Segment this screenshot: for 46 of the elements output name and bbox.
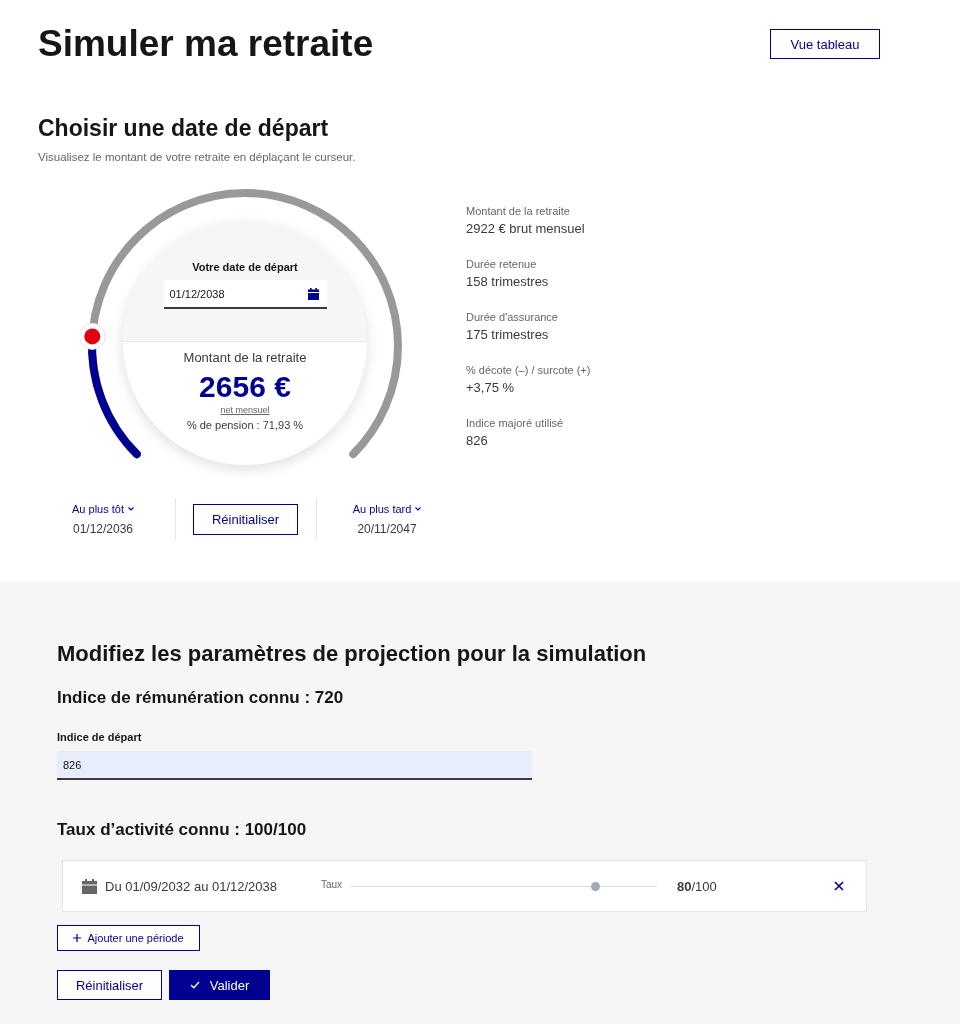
check-icon xyxy=(189,981,200,989)
add-period-button[interactable]: Ajouter une période xyxy=(57,925,200,951)
detail-label: Indice majoré utilisé xyxy=(466,416,565,430)
latest-dropdown[interactable]: Au plus tard xyxy=(352,501,422,517)
chevron-icon xyxy=(128,507,134,511)
calendar-icon[interactable] xyxy=(307,288,319,300)
date-field[interactable]: 01/12/2038 xyxy=(163,280,327,309)
detail-label: Montant de la retraite xyxy=(466,204,571,218)
section-subtitle: Visualisez le montant de votre retraite en déplaçant le curseur. xyxy=(38,150,357,165)
gauge-track[interactable] xyxy=(88,189,402,459)
chevron-icon xyxy=(415,507,422,511)
detail-value: 2922 € brut mensuel xyxy=(466,220,586,238)
amount-label: Montant de la retraite xyxy=(183,350,307,366)
detail-value: 158 trimestres xyxy=(466,273,550,291)
page-title: Simuler ma retraite xyxy=(38,22,374,65)
index-heading: Indice de rémunération connu : 720 xyxy=(57,687,344,709)
calendar-icon xyxy=(82,878,97,894)
activity-heading: Taux d’activité connu : 100/100 xyxy=(57,819,307,841)
field-label: Votre date de départ xyxy=(192,260,298,274)
amount-unit-link[interactable]: net mensuel xyxy=(220,404,270,416)
submit-button[interactable]: Valider xyxy=(169,970,270,1000)
detail-label: Durée d'assurance xyxy=(466,310,559,324)
section-title: Choisir une date de départ xyxy=(38,114,330,142)
slider-thumb[interactable] xyxy=(591,881,601,891)
detail-value: +3,75 % xyxy=(466,379,516,397)
detail-label: Durée retenue xyxy=(466,257,538,271)
rate-value: 80/100 xyxy=(677,878,717,894)
detail-value: 175 trimestres xyxy=(466,326,550,344)
latest-date: 20/11/2047 xyxy=(357,521,417,537)
plus-icon xyxy=(73,934,82,942)
rate-label: Taux xyxy=(321,878,344,890)
section-title: Modifiez les paramètres de projection pour la simulation xyxy=(57,640,647,668)
reset-button[interactable]: Réinitialiser xyxy=(193,503,298,535)
earliest-date: 01/12/2036 xyxy=(72,521,134,537)
close-button[interactable] xyxy=(834,881,844,891)
pension-rate: % de pension : 71,93 % xyxy=(186,418,304,432)
amount-value: 2656 € xyxy=(199,370,291,404)
field-label: Indice de départ xyxy=(57,730,142,744)
index-field[interactable]: 826 xyxy=(57,751,532,780)
period-dates: Du 01/09/2032 au 01/12/2038 xyxy=(105,878,278,894)
reset-button[interactable]: Réinitialiser xyxy=(57,970,162,1000)
detail-label: % décote (–) / surcote (+) xyxy=(466,363,591,377)
detail-value: 826 xyxy=(466,432,489,450)
table-view-button[interactable]: Vue tableau xyxy=(770,29,880,59)
slider-handle[interactable] xyxy=(80,322,106,350)
earliest-dropdown[interactable]: Au plus tôt xyxy=(72,501,134,517)
